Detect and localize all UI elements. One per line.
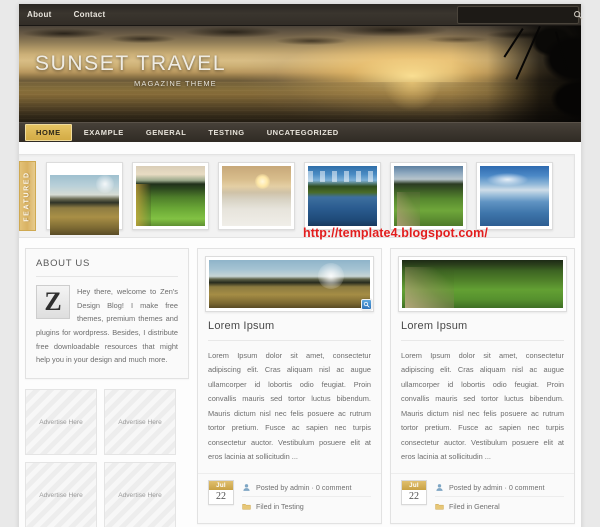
featured-thumbnail-image bbox=[222, 166, 291, 226]
post-column-left: Lorem Ipsum Lorem Ipsum dolor sit amet, … bbox=[197, 248, 382, 527]
featured-thumbnail-image bbox=[480, 166, 549, 226]
ad-placeholder[interactable]: Advertise Here bbox=[25, 389, 97, 456]
post-category-text[interactable]: Filed in General bbox=[449, 502, 500, 511]
nav-item-home[interactable]: HOME bbox=[25, 124, 72, 141]
nav-item-general[interactable]: GENERAL bbox=[136, 125, 197, 140]
post-body: Lorem Ipsum Lorem Ipsum dolor sit amet, … bbox=[198, 312, 381, 473]
post-item: Lorem Ipsum Lorem Ipsum dolor sit amet, … bbox=[390, 248, 575, 524]
post-body: Lorem Ipsum Lorem Ipsum dolor sit amet, … bbox=[391, 312, 574, 473]
post-thumbnail-image bbox=[402, 260, 563, 308]
sidebar-ad-grid: Advertise Here Advertise Here Advertise … bbox=[25, 389, 189, 527]
post-meta-lines: Posted by admin · 0 comment Filed in Tes… bbox=[242, 480, 371, 515]
post-thumbnail-image bbox=[209, 260, 370, 308]
post-meta: Jul 22 Posted by admin · 0 comment Filed… bbox=[391, 472, 574, 523]
featured-label-text: FEATURED bbox=[24, 170, 31, 222]
content-area: ABOUT US Z Hey there, welcome to Zen's D… bbox=[19, 248, 581, 527]
post-date-badge: Jul 22 bbox=[401, 479, 427, 505]
header-banner: SUNSET TRAVEL MAGAZINE THEME bbox=[19, 26, 581, 122]
post-author-row: Posted by admin · 0 comment bbox=[242, 481, 371, 496]
post-thumbnail-wrap bbox=[391, 249, 574, 312]
banner-sun-reflection bbox=[367, 82, 458, 122]
topbar-link-about[interactable]: About bbox=[27, 10, 52, 19]
user-icon bbox=[435, 483, 444, 492]
widget-title-about-us: ABOUT US bbox=[36, 258, 178, 277]
post-title[interactable]: Lorem Ipsum bbox=[401, 320, 564, 341]
sidebar: ABOUT US Z Hey there, welcome to Zen's D… bbox=[25, 248, 189, 527]
post-date-month: Jul bbox=[402, 480, 426, 490]
post-date-month: Jul bbox=[209, 480, 233, 490]
featured-thumbnail-image bbox=[394, 166, 463, 226]
search-input[interactable] bbox=[458, 7, 573, 23]
widget-about-us: ABOUT US Z Hey there, welcome to Zen's D… bbox=[25, 248, 189, 380]
post-category-text[interactable]: Filed in Testing bbox=[256, 502, 304, 511]
featured-thumbnail-list bbox=[46, 155, 574, 237]
post-author-text[interactable]: Posted by admin · 0 comment bbox=[449, 483, 544, 492]
post-date-day: 22 bbox=[216, 490, 226, 502]
post-thumbnail[interactable] bbox=[398, 256, 567, 312]
nav-item-example[interactable]: EXAMPLE bbox=[74, 125, 134, 140]
banner-tree-silhouette bbox=[451, 26, 581, 122]
user-icon bbox=[242, 483, 251, 492]
folder-icon bbox=[242, 502, 251, 511]
folder-icon bbox=[435, 502, 444, 511]
featured-strip: FEATURED bbox=[19, 154, 575, 238]
main-navigation: HOME EXAMPLE GENERAL TESTING UNCATEGORIZ… bbox=[19, 122, 581, 142]
featured-thumbnail[interactable] bbox=[476, 162, 553, 230]
post-excerpt: Lorem Ipsum dolor sit amet, consectetur … bbox=[401, 351, 564, 462]
post-column-right: Lorem Ipsum Lorem Ipsum dolor sit amet, … bbox=[390, 248, 575, 527]
featured-thumbnail[interactable] bbox=[304, 162, 381, 230]
nav-item-uncategorized[interactable]: UNCATEGORIZED bbox=[257, 125, 349, 140]
featured-thumbnail[interactable] bbox=[390, 162, 467, 230]
site-tagline: MAGAZINE THEME bbox=[134, 79, 217, 88]
search-box[interactable] bbox=[457, 6, 583, 24]
nav-item-testing[interactable]: TESTING bbox=[198, 125, 254, 140]
featured-thumbnail-image bbox=[308, 166, 377, 226]
topbar-link-contact[interactable]: Contact bbox=[74, 10, 106, 19]
top-bar: About Contact bbox=[19, 4, 583, 26]
post-title[interactable]: Lorem Ipsum bbox=[208, 320, 371, 341]
post-columns: Lorem Ipsum Lorem Ipsum dolor sit amet, … bbox=[197, 248, 575, 527]
featured-label: FEATURED bbox=[19, 161, 36, 231]
featured-thumbnail-image bbox=[50, 175, 119, 235]
post-meta: Jul 22 Posted by admin · 0 comment Filed… bbox=[198, 472, 381, 523]
post-author-row: Posted by admin · 0 comment bbox=[435, 481, 564, 496]
post-category-row: Filed in Testing bbox=[242, 495, 371, 515]
site-title: SUNSET TRAVEL bbox=[35, 52, 227, 75]
ad-placeholder[interactable]: Advertise Here bbox=[25, 462, 97, 527]
featured-thumbnail[interactable] bbox=[218, 162, 295, 230]
post-meta-lines: Posted by admin · 0 comment Filed in Gen… bbox=[435, 480, 564, 515]
ad-placeholder[interactable]: Advertise Here bbox=[104, 462, 176, 527]
zen-logo-icon: Z bbox=[36, 285, 70, 319]
page-root: About Contact SUNSET TRAVEL MAGAZINE THE… bbox=[0, 0, 600, 527]
post-date-day: 22 bbox=[409, 490, 419, 502]
post-thumbnail[interactable] bbox=[205, 256, 374, 312]
featured-thumbnail-image bbox=[136, 166, 205, 226]
image-zoom-icon[interactable] bbox=[361, 299, 372, 310]
search-icon[interactable] bbox=[573, 7, 583, 23]
post-item: Lorem Ipsum Lorem Ipsum dolor sit amet, … bbox=[197, 248, 382, 524]
site-wrapper: About Contact SUNSET TRAVEL MAGAZINE THE… bbox=[18, 4, 583, 527]
post-category-row: Filed in General bbox=[435, 495, 564, 515]
post-author-text[interactable]: Posted by admin · 0 comment bbox=[256, 483, 351, 492]
about-us-body: Z Hey there, welcome to Zen's Design Blo… bbox=[36, 285, 178, 367]
ad-placeholder[interactable]: Advertise Here bbox=[104, 389, 176, 456]
featured-thumbnail[interactable] bbox=[132, 162, 209, 230]
featured-thumbnail[interactable] bbox=[46, 162, 123, 235]
post-excerpt: Lorem Ipsum dolor sit amet, consectetur … bbox=[208, 351, 371, 462]
post-date-badge: Jul 22 bbox=[208, 479, 234, 505]
post-thumbnail-wrap bbox=[198, 249, 381, 312]
